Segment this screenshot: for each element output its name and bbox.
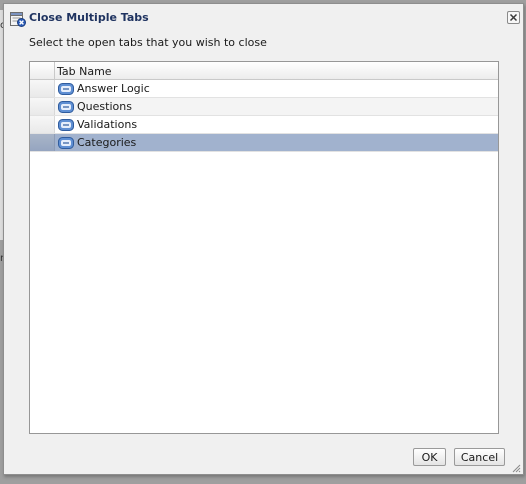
row-selector[interactable]	[30, 134, 55, 151]
close-multiple-tabs-dialog: Close Multiple Tabs Select the open tabs…	[3, 3, 524, 475]
column-header-tab-name[interactable]: Tab Name	[57, 65, 112, 78]
row-selector[interactable]	[30, 80, 55, 97]
close-tabs-icon	[10, 11, 26, 27]
row-label: Answer Logic	[77, 82, 150, 95]
row-label: Questions	[77, 100, 132, 113]
row-label: Categories	[77, 136, 137, 149]
close-icon[interactable]	[507, 11, 520, 24]
dialog-title: Close Multiple Tabs	[29, 11, 149, 24]
instruction-text: Select the open tabs that you wish to cl…	[29, 36, 267, 49]
table-row-answer-logic[interactable]: Answer Logic	[30, 80, 498, 98]
table-row-validations[interactable]: Validations	[30, 116, 498, 134]
tab-icon	[58, 100, 74, 114]
row-label: Validations	[77, 118, 138, 131]
tab-icon	[58, 118, 74, 132]
row-selector[interactable]	[30, 98, 55, 115]
row-selector[interactable]	[30, 116, 55, 133]
tab-icon	[58, 82, 74, 96]
table-row-questions[interactable]: Questions	[30, 98, 498, 116]
tabs-table: Tab Name Answer Logic Questions Validati…	[29, 61, 499, 434]
ok-button[interactable]: OK	[413, 448, 446, 466]
table-header: Tab Name	[30, 62, 498, 80]
tab-icon	[58, 136, 74, 150]
table-row-categories[interactable]: Categories	[30, 134, 498, 152]
resize-grip-icon[interactable]	[512, 463, 521, 473]
select-all-column-header[interactable]	[30, 62, 55, 79]
cancel-button[interactable]: Cancel	[454, 448, 505, 466]
